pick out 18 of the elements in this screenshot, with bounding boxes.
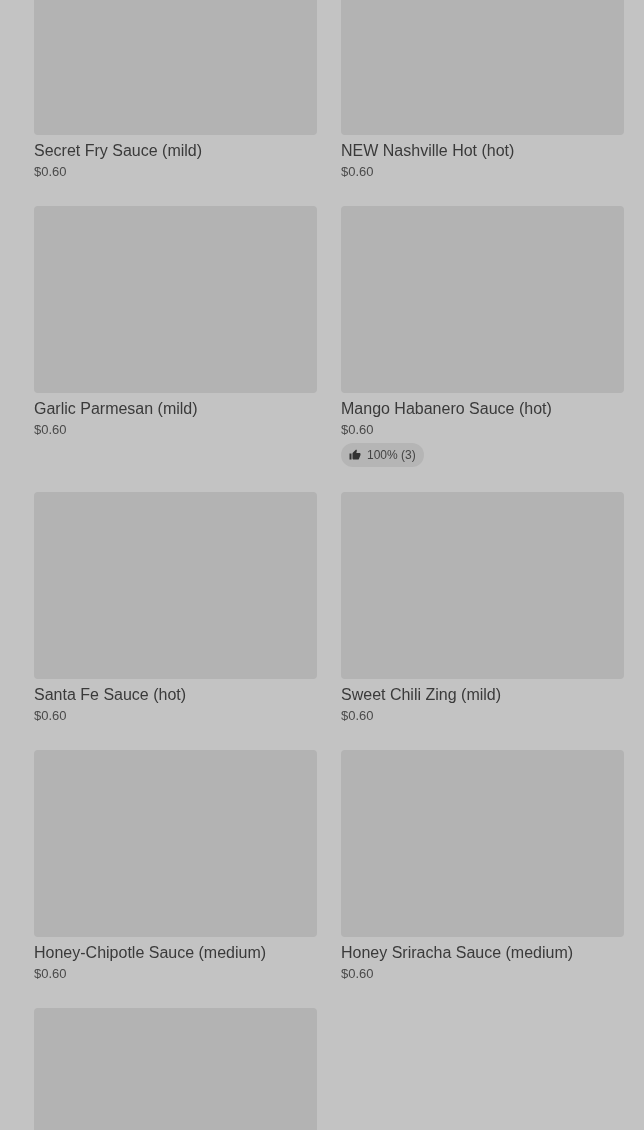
item-price: $0.60 (341, 421, 374, 439)
item-price: $0.60 (34, 965, 67, 983)
item-price: $0.60 (34, 163, 67, 181)
item-name: Honey Sriracha Sauce (medium) (341, 943, 574, 963)
item-name: Santa Fe Sauce (hot) (34, 685, 187, 705)
rating-text: 100% (3) (367, 447, 416, 464)
item-name: Secret Fry Sauce (mild) (34, 141, 203, 161)
item-price: $0.60 (341, 965, 374, 983)
item-name: Garlic Parmesan (mild) (34, 399, 198, 419)
item-name: NEW Nashville Hot (hot) (341, 141, 515, 161)
item-name: Sweet Chili Zing (mild) (341, 685, 502, 705)
item-price: $0.60 (34, 421, 67, 439)
item-price: $0.60 (341, 163, 374, 181)
item-name: Honey-Chipotle Sauce (medium) (34, 943, 267, 963)
item-price: $0.60 (34, 707, 67, 725)
thumbs-up-icon (349, 449, 361, 461)
item-name: Mango Habanero Sauce (hot) (341, 399, 552, 419)
item-price: $0.60 (341, 707, 374, 725)
